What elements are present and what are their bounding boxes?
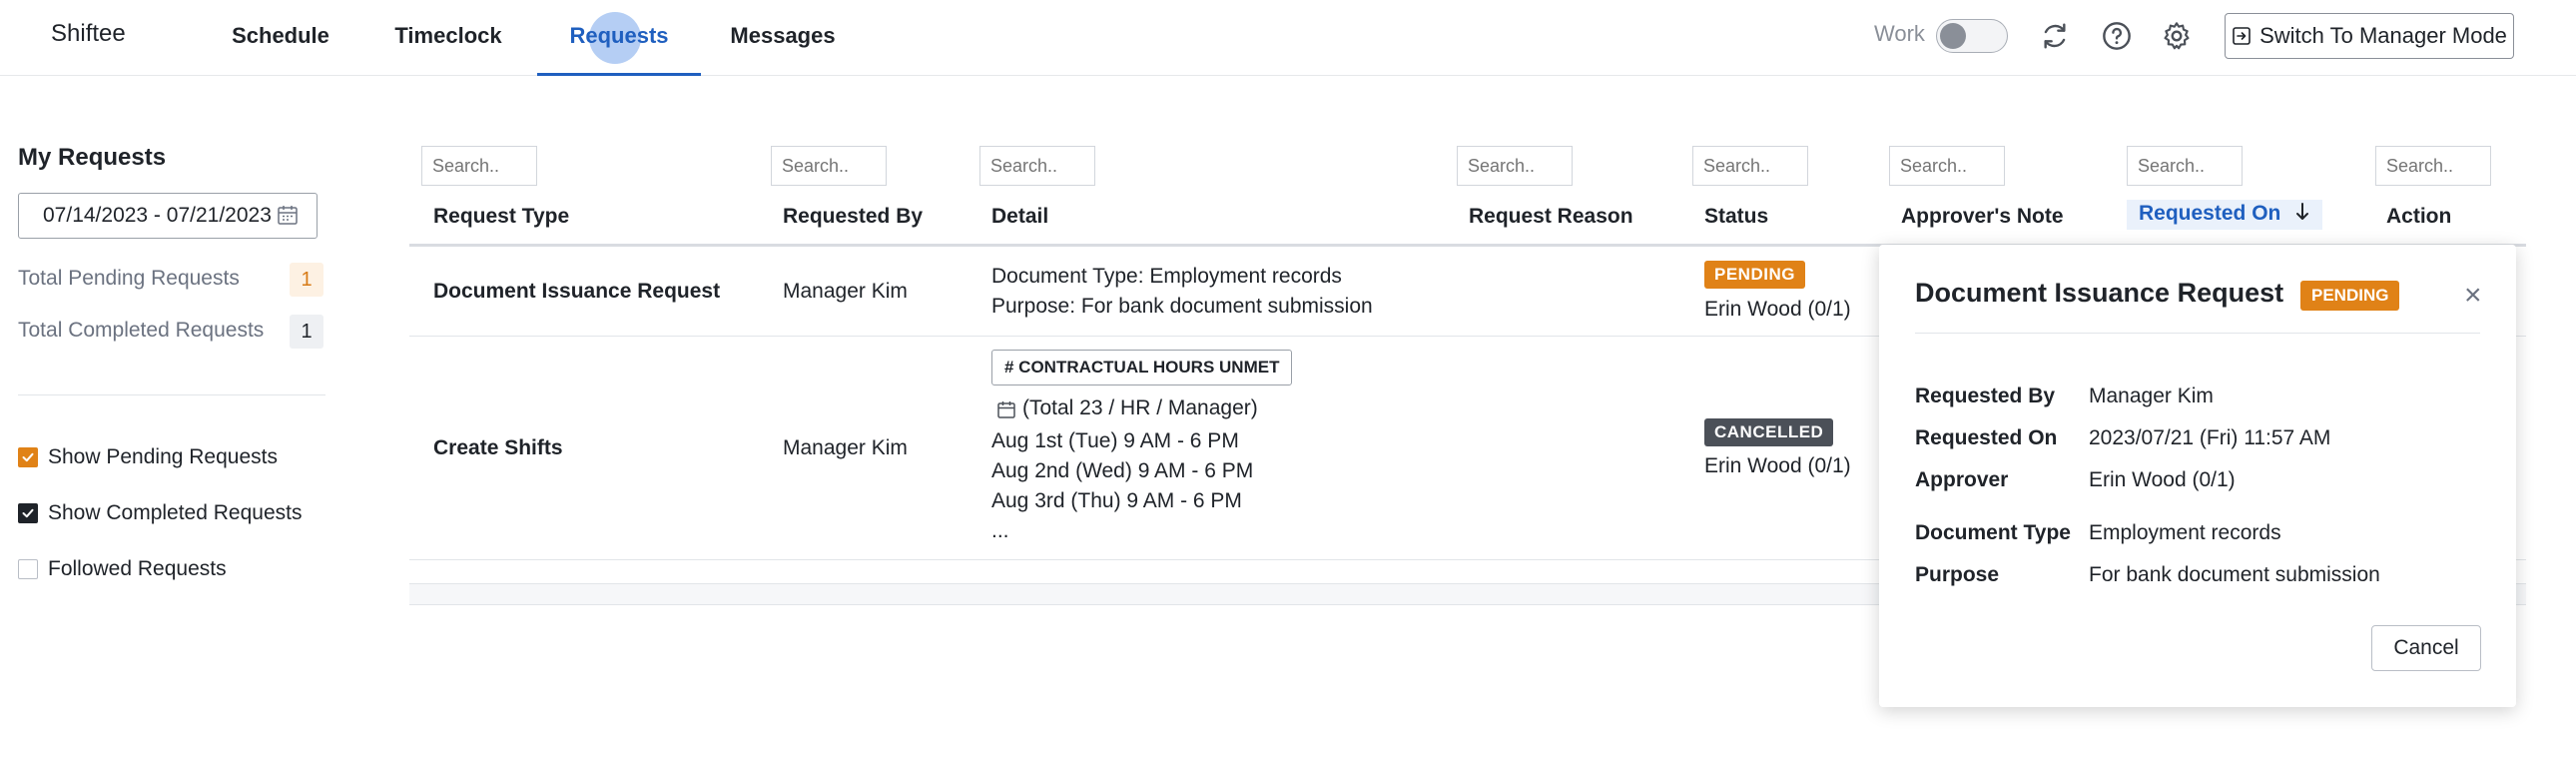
- popup-purpose-value: For bank document submission: [2089, 563, 2380, 586]
- row2-approver: Erin Wood (0/1): [1704, 454, 1851, 477]
- tab-messages[interactable]: Messages: [721, 0, 845, 76]
- column-header-requested-on[interactable]: Requested On: [2127, 200, 2323, 230]
- total-pending-count: 1: [290, 263, 323, 297]
- row2-detail-more: ...: [991, 519, 1009, 542]
- switch-to-manager-mode-label: Switch To Manager Mode: [2259, 23, 2507, 48]
- row1-approver: Erin Wood (0/1): [1704, 298, 1851, 321]
- search-action[interactable]: [2375, 146, 2491, 186]
- search-request-reason[interactable]: [1457, 146, 1573, 186]
- row2-detail-line-2: Aug 2nd (Wed) 9 AM - 6 PM: [991, 459, 1254, 482]
- total-completed-count: 1: [290, 315, 323, 349]
- row2-requested-by: Manager Kim: [783, 436, 908, 459]
- search-requested-by[interactable]: [771, 146, 887, 186]
- search-request-type[interactable]: [421, 146, 537, 186]
- gear-icon[interactable]: [2161, 20, 2193, 52]
- filter-show-pending-label: Show Pending Requests: [48, 445, 278, 468]
- top-navigation-bar: Shiftee Schedule Timeclock Requests Mess…: [0, 0, 2576, 76]
- row1-request-type: Document Issuance Request: [433, 280, 721, 303]
- filter-show-pending[interactable]: Show Pending Requests: [18, 445, 278, 469]
- row1-status-badge: PENDING: [1704, 261, 1805, 289]
- cancel-button[interactable]: Cancel: [2371, 625, 2481, 671]
- row2-detail-line-1: Aug 1st (Tue) 9 AM - 6 PM: [991, 429, 1239, 452]
- tab-schedule[interactable]: Schedule: [210, 0, 351, 76]
- popup-status-badge: PENDING: [2300, 281, 2400, 311]
- work-toggle-knob: [1940, 23, 1966, 49]
- close-icon[interactable]: ×: [2464, 281, 2482, 311]
- search-status[interactable]: [1692, 146, 1808, 186]
- row1-detail-line-2: Purpose: For bank document submission: [991, 295, 1373, 318]
- brand-logo[interactable]: Shiftee: [51, 20, 126, 48]
- column-header-request-type[interactable]: Request Type: [433, 205, 569, 229]
- column-header-detail[interactable]: Detail: [991, 205, 1048, 229]
- tab-timeclock[interactable]: Timeclock: [375, 0, 521, 76]
- switch-mode-icon: [2233, 27, 2251, 45]
- row1-detail-line-1: Document Type: Employment records: [991, 265, 1342, 288]
- checkbox-unchecked-icon[interactable]: [18, 559, 38, 579]
- row2-request-type: Create Shifts: [433, 436, 563, 459]
- date-range-value: 07/14/2023 - 07/21/2023: [43, 204, 272, 227]
- popup-title: Document Issuance Request: [1915, 278, 2284, 308]
- contractual-hours-tag: # CONTRACTUAL HOURS UNMET: [991, 350, 1293, 385]
- sort-descending-icon: [2296, 203, 2309, 220]
- popup-requested-by-value: Manager Kim: [2089, 384, 2214, 407]
- row2-shift-summary: (Total 23 / HR / Manager): [1022, 396, 1258, 419]
- popup-requested-on-value: 2023/07/21 (Fri) 11:57 AM: [2089, 426, 2331, 449]
- filter-followed[interactable]: Followed Requests: [18, 557, 227, 581]
- column-header-approvers-note[interactable]: Approver's Note: [1901, 205, 2064, 229]
- work-toggle-label: Work: [1874, 21, 1925, 46]
- sidebar-divider: [18, 394, 325, 395]
- popup-approver-value: Erin Wood (0/1): [2089, 468, 2236, 491]
- switch-to-manager-mode-button[interactable]: Switch To Manager Mode: [2225, 13, 2514, 59]
- total-pending-label: Total Pending Requests: [18, 267, 240, 290]
- tab-requests[interactable]: Requests: [537, 0, 701, 76]
- popup-requested-on-label: Requested On: [1915, 426, 2058, 449]
- column-header-requested-by[interactable]: Requested By: [783, 205, 923, 229]
- column-header-request-reason[interactable]: Request Reason: [1469, 205, 1633, 229]
- row2-status-badge: CANCELLED: [1704, 418, 1834, 446]
- search-detail[interactable]: [979, 146, 1095, 186]
- request-detail-popup: Document Issuance Request PENDING × Requ…: [1879, 245, 2516, 707]
- refresh-icon[interactable]: [2039, 20, 2071, 52]
- search-approvers-note[interactable]: [1889, 146, 2005, 186]
- popup-requested-by-label: Requested By: [1915, 384, 2056, 407]
- column-header-status[interactable]: Status: [1704, 205, 1768, 229]
- calendar-icon: [997, 401, 1015, 418]
- filter-followed-label: Followed Requests: [48, 557, 227, 580]
- date-range-picker[interactable]: 07/14/2023 - 07/21/2023: [18, 193, 318, 239]
- work-toggle[interactable]: [1936, 19, 2008, 53]
- column-header-action[interactable]: Action: [2386, 205, 2451, 229]
- popup-document-type-value: Employment records: [2089, 521, 2281, 544]
- search-requested-on[interactable]: [2127, 146, 2243, 186]
- checkbox-checked-icon[interactable]: [18, 503, 38, 523]
- popup-purpose-label: Purpose: [1915, 563, 2000, 586]
- popup-divider: [1915, 333, 2480, 334]
- calendar-icon: [278, 206, 298, 225]
- filter-show-completed-label: Show Completed Requests: [48, 501, 303, 524]
- sidebar-title: My Requests: [18, 144, 167, 171]
- help-icon[interactable]: [2101, 20, 2133, 52]
- row1-requested-by: Manager Kim: [783, 280, 908, 303]
- filter-show-completed[interactable]: Show Completed Requests: [18, 501, 302, 525]
- total-completed-label: Total Completed Requests: [18, 319, 265, 342]
- row2-detail-line-3: Aug 3rd (Thu) 9 AM - 6 PM: [991, 489, 1242, 512]
- popup-document-type-label: Document Type: [1915, 521, 2071, 544]
- checkbox-checked-icon[interactable]: [18, 447, 38, 467]
- popup-approver-label: Approver: [1915, 468, 2009, 491]
- column-header-requested-on-label: Requested On: [2139, 202, 2281, 225]
